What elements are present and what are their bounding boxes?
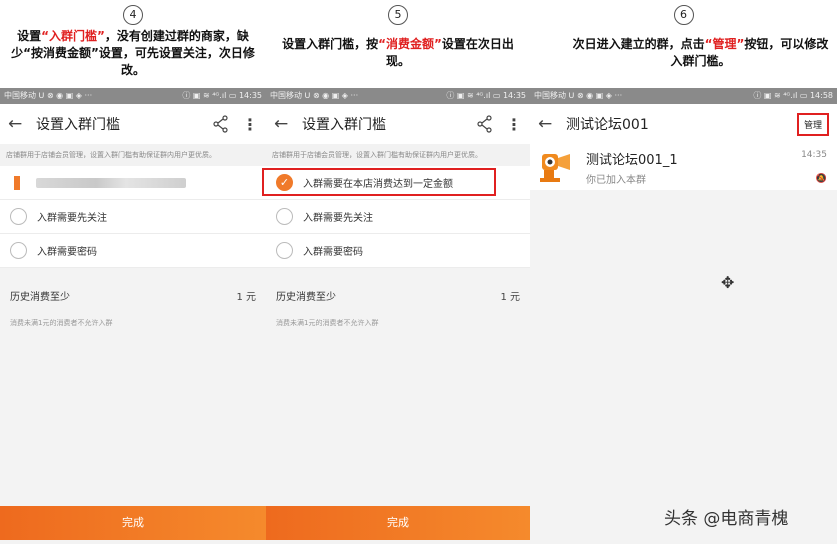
option-follow-label: 入群需要先关注 xyxy=(303,213,373,224)
phone-screen-3: 中国移动 ᑌ ⊗ ◉ ▣ ◈ ··· ⓘ ▣ ≋ ⁴ᴳ.ıl ▭ 14:58 ← … xyxy=(530,88,837,544)
step-5-caption: 5 设置入群门槛，按“消费金额”设置在次日出现。 xyxy=(266,0,530,88)
option-follow-row[interactable]: 入群需要先关注 xyxy=(266,200,530,234)
radio-unchecked-icon[interactable] xyxy=(10,242,27,259)
move-cursor-icon: ✥ xyxy=(721,273,735,292)
step-5-panel: 5 设置入群门槛，按“消费金额”设置在次日出现。 中国移动 ᑌ ⊗ ◉ ▣ ◈ … xyxy=(262,0,530,544)
step-4-caption: 4 设置“入群门槛”，没有创建过群的商家，缺少“按消费金额”设置，可先设置关注，… xyxy=(0,0,266,88)
page-title: 测试论坛001 xyxy=(566,117,649,133)
step-5-number: 5 xyxy=(388,5,408,25)
title-bar: ← 设置入群门槛 ⋮ xyxy=(0,104,266,144)
option-password-label: 入群需要密码 xyxy=(303,247,363,258)
radio-unchecked-icon[interactable] xyxy=(276,208,293,225)
back-arrow-icon[interactable]: ← xyxy=(538,114,562,134)
avatar xyxy=(540,154,570,182)
option-follow-row[interactable]: 入群需要先关注 xyxy=(0,200,266,234)
share-icon[interactable] xyxy=(210,113,232,135)
title-bar: ← 设置入群门槛 ⋮ xyxy=(266,104,530,144)
history-spend-row[interactable]: 历史消费至少 1 元 xyxy=(0,280,266,310)
step-4-panel: 4 设置“入群门槛”，没有创建过群的商家，缺少“按消费金额”设置，可先设置关注，… xyxy=(0,0,266,544)
hint-text: 消费未满1元的消费者不允许入群 xyxy=(276,319,379,327)
done-button[interactable]: 完成 xyxy=(266,506,530,540)
status-bar: 中国移动 ᑌ ⊗ ◉ ▣ ◈ ··· ⓘ ▣ ≋ ⁴ᴳ.ıl ▭ 14:58 xyxy=(530,88,837,104)
option-follow-label: 入群需要先关注 xyxy=(37,213,107,224)
step-4-text: 设置“入群门槛”，没有创建过群的商家，缺少“按消费金额”设置，可先设置关注，次日… xyxy=(11,29,255,77)
option-amount-row[interactable]: ✓ 入群需要在本店消费达到一定金额 xyxy=(262,166,530,200)
history-spend-row[interactable]: 历史消费至少 1 元 xyxy=(266,280,530,310)
orange-indicator-icon xyxy=(14,175,20,190)
group-list-item[interactable]: 测试论坛001_1 你已加入本群 14:35 🔕 xyxy=(530,144,837,190)
notice-text: 店铺群用于店铺会员管理，设置入群门槛有助保证群内用户更优质。 xyxy=(266,144,530,166)
manage-button[interactable]: 管理 xyxy=(796,112,829,136)
share-icon[interactable] xyxy=(474,113,496,135)
title-bar: ← 测试论坛001 管理 xyxy=(530,104,837,144)
step-5-text: 设置入群门槛，按“消费金额”设置在次日出现。 xyxy=(282,37,514,68)
radio-unchecked-icon[interactable] xyxy=(10,208,27,225)
option-password-row[interactable]: 入群需要密码 xyxy=(266,234,530,268)
done-button[interactable]: 完成 xyxy=(0,506,266,540)
history-spend-label: 历史消费至少 xyxy=(10,291,70,303)
history-spend-label: 历史消费至少 xyxy=(276,291,336,303)
group-name: 测试论坛001_1 xyxy=(586,152,678,168)
step-6-text: 次日进入建立的群，点击“管理”按钮，可以修改入群门槛。 xyxy=(572,37,829,68)
group-subtitle: 你已加入本群 xyxy=(586,174,646,186)
divider xyxy=(0,268,266,280)
status-bar: 中国移动 ᑌ ⊗ ◉ ▣ ◈ ··· ⓘ ▣ ≋ ⁴ᴳ.ıl ▭ 14:35 xyxy=(266,88,530,104)
page-title: 设置入群门槛 xyxy=(302,117,386,133)
radio-unchecked-icon[interactable] xyxy=(276,242,293,259)
option-password-label: 入群需要密码 xyxy=(37,247,97,258)
blurred-text xyxy=(36,177,186,188)
page-title: 设置入群门槛 xyxy=(36,117,120,133)
more-vertical-icon[interactable]: ⋮ xyxy=(242,115,258,134)
status-bar: 中国移动 ᑌ ⊗ ◉ ▣ ◈ ··· ⓘ ▣ ≋ ⁴ᴳ.ıl ▭ 14:35 xyxy=(0,88,266,104)
phone-screen-1: 中国移动 ᑌ ⊗ ◉ ▣ ◈ ··· ⓘ ▣ ≋ ⁴ᴳ.ıl ▭ 14:35 ← … xyxy=(0,88,266,544)
hint-text: 消费未满1元的消费者不允许入群 xyxy=(10,319,113,327)
step-6-panel: 6 次日进入建立的群，点击“管理”按钮，可以修改入群门槛。 中国移动 ᑌ ⊗ ◉… xyxy=(530,0,837,544)
highlight-frame xyxy=(262,168,496,196)
notice-text: 店铺群用于店铺会员管理，设置入群门槛有助保证群内用户更优质。 xyxy=(0,144,266,166)
step-6-number: 6 xyxy=(673,5,694,25)
bell-mute-icon: 🔕 xyxy=(815,174,827,184)
history-spend-value[interactable]: 1 元 xyxy=(500,288,520,303)
step-4-number: 4 xyxy=(123,5,143,25)
back-arrow-icon[interactable]: ← xyxy=(8,114,32,134)
divider xyxy=(266,268,530,280)
option-password-row[interactable]: 入群需要密码 xyxy=(0,234,266,268)
watermark: 头条 @电商青槐 xyxy=(664,509,789,529)
blurred-option-row[interactable] xyxy=(0,166,266,200)
more-vertical-icon[interactable]: ⋮ xyxy=(506,115,522,134)
group-time: 14:35 xyxy=(801,150,827,160)
history-spend-value[interactable]: 1 元 xyxy=(236,288,256,303)
step-6-caption: 6 次日进入建立的群，点击“管理”按钮，可以修改入群门槛。 xyxy=(530,0,837,88)
phone-screen-2: 中国移动 ᑌ ⊗ ◉ ▣ ◈ ··· ⓘ ▣ ≋ ⁴ᴳ.ıl ▭ 14:35 ← … xyxy=(262,88,530,544)
back-arrow-icon[interactable]: ← xyxy=(274,114,298,134)
